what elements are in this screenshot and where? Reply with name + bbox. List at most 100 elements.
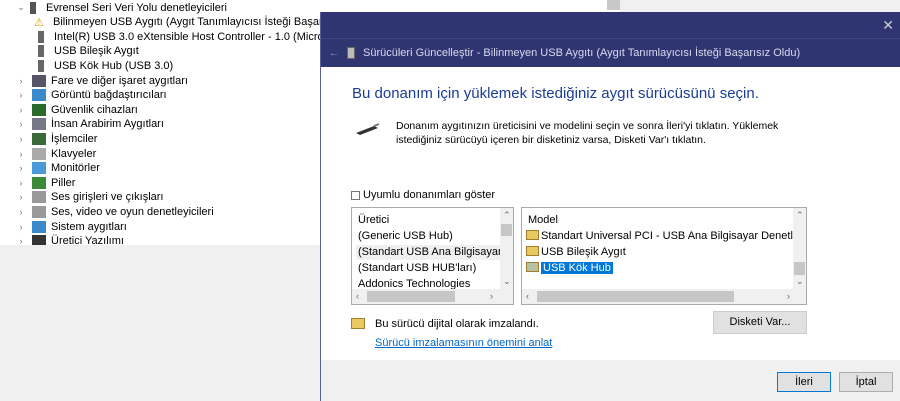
tree-item[interactable]: Intel(R) USB 3.0 eXtensible Host Control…	[34, 29, 345, 44]
page-heading: Bu donanım için yüklemek istediğiniz ayg…	[352, 85, 759, 102]
chevron-right-icon[interactable]: ›	[16, 90, 26, 100]
signed-status: Bu sürücü dijital olarak imzalandı.	[375, 318, 539, 330]
chevron-right-icon[interactable]: ›	[16, 76, 26, 86]
usb-icon	[38, 30, 44, 43]
tree-label: İnsan Arabirim Aygıtları	[51, 118, 164, 131]
item-label: Standart Universal PCI - USB Ana Bilgisa…	[541, 230, 807, 242]
tree-label: USB Kök Hub (USB 3.0)	[54, 59, 174, 72]
category-icon	[32, 89, 46, 102]
vertical-scrollbar[interactable]: ⌃ ⌄	[500, 208, 513, 289]
cancel-button[interactable]: İptal	[839, 372, 893, 392]
tree-item-category[interactable]: › Klavyeler	[16, 146, 96, 161]
category-icon	[32, 118, 46, 131]
instructions-text: Donanım aygıtınızın üreticisini ve model…	[396, 120, 779, 146]
tree-item-category[interactable]: › Güvenlik cihazları	[16, 102, 138, 117]
tree-item-category[interactable]: › Ses, video ve oyun denetleyicileri	[16, 204, 214, 219]
list-item[interactable]: USB Bileşik Aygıt	[526, 245, 626, 260]
usb-icon	[38, 44, 44, 57]
chevron-right-icon[interactable]: ›	[16, 236, 26, 245]
chevron-right-icon[interactable]: ›	[16, 222, 26, 232]
usb-cable-icon	[356, 123, 380, 135]
tree-item-category[interactable]: › Monitörler	[16, 161, 100, 176]
device-icon	[347, 47, 355, 59]
dialog-footer: İleri İptal	[321, 360, 900, 401]
update-driver-dialog: ✕ ← Sürücüleri Güncelleştir - Bilinmeyen …	[320, 12, 900, 401]
tree-item-category[interactable]: › İnsan Arabirim Aygıtları	[16, 117, 164, 132]
scroll-up-icon[interactable]: ⌃	[503, 210, 511, 221]
category-icon	[32, 132, 46, 145]
list-item[interactable]: Standart Universal PCI - USB Ana Bilgisa…	[526, 229, 807, 244]
tree-label: Görüntü bağdaştırıcıları	[51, 89, 167, 102]
list-item[interactable]: (Standart USB HUB'ları)	[358, 261, 476, 276]
tree-label: Monitörler	[51, 162, 100, 175]
tree-label: Ses, video ve oyun denetleyicileri	[51, 205, 214, 218]
usb-icon	[30, 1, 36, 14]
category-icon	[32, 220, 46, 233]
model-list[interactable]: Model Standart Universal PCI - USB Ana B…	[521, 207, 807, 305]
driver-icon	[526, 230, 539, 240]
driver-icon	[526, 246, 539, 256]
scroll-thumb[interactable]	[367, 291, 455, 302]
tree-item-category[interactable]: › Ses girişleri ve çıkışları	[16, 190, 163, 205]
chevron-right-icon[interactable]: ›	[16, 163, 26, 173]
chevron-right-icon[interactable]: ›	[16, 119, 26, 129]
scroll-right-icon[interactable]: ›	[490, 291, 493, 301]
driver-signing-link[interactable]: Sürücü imzalamasının önemini anlat	[375, 337, 552, 349]
close-icon[interactable]: ✕	[882, 17, 894, 34]
category-icon	[32, 205, 46, 218]
category-icon	[32, 176, 46, 189]
vertical-scrollbar[interactable]: ⌃ ⌄	[793, 208, 806, 289]
horizontal-scrollbar[interactable]: ‹ ›	[352, 289, 513, 304]
category-icon	[32, 103, 46, 116]
compatible-hardware-checkbox[interactable]: Uyumlu donanımları göster	[351, 189, 495, 201]
scroll-thumb[interactable]	[501, 224, 512, 236]
scroll-left-icon[interactable]: ‹	[526, 291, 529, 301]
horizontal-scrollbar[interactable]: ‹ ›	[522, 289, 806, 304]
tree-label: Güvenlik cihazları	[51, 103, 138, 116]
tree-item-category[interactable]: › Piller	[16, 175, 75, 190]
item-label: USB Bileşik Aygıt	[541, 246, 626, 258]
checkbox-box[interactable]	[351, 190, 360, 200]
item-label: USB Kök Hub	[541, 262, 613, 274]
dialog-title: Sürücüleri Güncelleştir - Bilinmeyen USB…	[363, 47, 801, 59]
tree-item-category[interactable]: › İşlemciler	[16, 131, 97, 146]
scroll-down-icon[interactable]: ⌄	[796, 276, 804, 287]
chevron-right-icon[interactable]: ›	[16, 192, 26, 202]
tree-item[interactable]: USB Kök Hub (USB 3.0)	[34, 58, 173, 73]
tree-item-category[interactable]: › Fare ve diğer işaret aygıtları	[16, 73, 188, 88]
scroll-thumb[interactable]	[794, 262, 805, 275]
model-header: Model	[528, 214, 558, 226]
chevron-right-icon[interactable]: ›	[16, 207, 26, 217]
back-arrow-icon[interactable]: ←	[321, 47, 347, 59]
chevron-down-icon[interactable]: ⌄	[16, 2, 26, 13]
tree-item-usb-controllers[interactable]: ⌄ Evrensel Seri Veri Yolu denetleyicileri	[16, 0, 227, 15]
scroll-left-icon[interactable]: ‹	[356, 291, 359, 301]
scroll-right-icon[interactable]: ›	[787, 291, 790, 301]
tree-label: Klavyeler	[51, 147, 97, 160]
have-disk-button[interactable]: Disketi Var...	[713, 311, 807, 334]
list-item-selected[interactable]: (Standart USB Ana Bilgisayar Denetleyici…	[356, 245, 501, 260]
tree-item[interactable]: USB Bileşik Aygıt	[34, 43, 139, 58]
scrollbar[interactable]	[607, 0, 620, 10]
chevron-right-icon[interactable]: ›	[16, 149, 26, 159]
list-item-selected[interactable]: USB Kök Hub	[526, 261, 613, 276]
next-button[interactable]: İleri	[777, 372, 831, 392]
chevron-right-icon[interactable]: ›	[16, 134, 26, 144]
manufacturer-list[interactable]: Üretici (Generic USB Hub) (Standart USB …	[351, 207, 514, 305]
warning-icon: ⚠	[34, 16, 44, 29]
list-item[interactable]: (Generic USB Hub)	[358, 229, 453, 244]
tree-label: İşlemciler	[51, 132, 98, 145]
checkbox-label: Uyumlu donanımları göster	[363, 189, 496, 201]
scroll-up-icon[interactable]: ⌃	[796, 210, 804, 221]
scroll-down-icon[interactable]: ⌄	[503, 276, 511, 287]
tree-item-category[interactable]: › Görüntü bağdaştırıcıları	[16, 88, 167, 103]
tree-item-category[interactable]: › Üretici Yazılımı	[16, 234, 124, 245]
dialog-header: ← Sürücüleri Güncelleştir - Bilinmeyen US…	[321, 38, 900, 67]
chevron-right-icon[interactable]: ›	[16, 105, 26, 115]
tree-item-category[interactable]: › Sistem aygıtları	[16, 219, 127, 234]
signed-driver-icon	[351, 318, 365, 329]
scroll-thumb[interactable]	[537, 291, 734, 302]
tree-label: USB Bileşik Aygıt	[54, 44, 139, 57]
tree-label: Intel(R) USB 3.0 eXtensible Host Control…	[54, 30, 345, 43]
chevron-right-icon[interactable]: ›	[16, 178, 26, 188]
